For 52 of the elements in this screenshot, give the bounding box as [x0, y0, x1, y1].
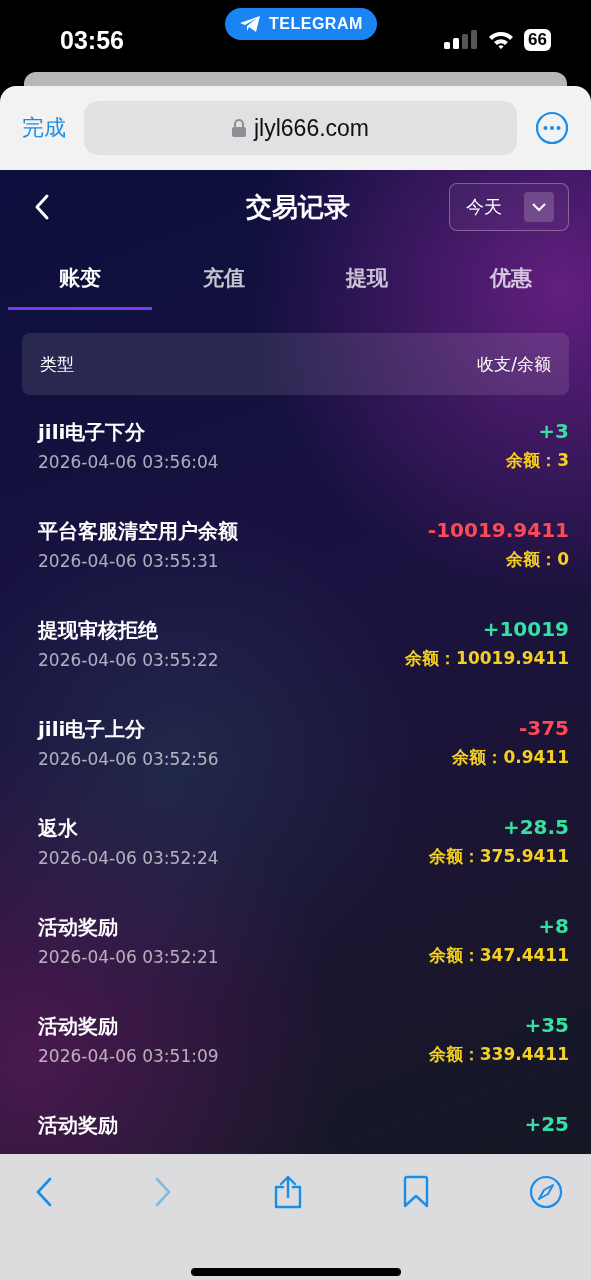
balance-text: 余额：3	[506, 449, 569, 472]
transaction-type: 活动奖励	[38, 1112, 118, 1139]
transaction-time: 2026-04-06 03:56:04	[38, 452, 219, 472]
tab[interactable]: 充值	[151, 244, 296, 310]
status-time: 03:56	[60, 25, 124, 55]
transaction-amount: +28.5	[502, 815, 569, 839]
back-icon[interactable]	[34, 193, 50, 221]
address-bar[interactable]: jlyl666.com	[84, 101, 517, 155]
transaction-amount: -375	[518, 716, 569, 740]
transaction-type: 活动奖励	[38, 914, 119, 941]
share-icon[interactable]	[272, 1175, 303, 1209]
transaction-type: jili电子下分	[38, 419, 147, 446]
transaction-amount: +3	[538, 419, 569, 443]
transaction-time: 2026-04-06 03:52:24	[38, 848, 219, 868]
balance-text: 余额：0	[506, 548, 569, 571]
tab[interactable]: 优惠	[439, 244, 583, 310]
transaction-time: 2026-04-06 03:52:21	[38, 947, 219, 967]
tab[interactable]: 账变	[8, 244, 152, 310]
period-dropdown[interactable]: 今天	[449, 183, 569, 231]
transaction-amount: +35	[524, 1013, 569, 1037]
paper-plane-icon	[239, 15, 261, 33]
transaction-amount: -10019.9411	[427, 518, 569, 542]
balance-text: 余额：339.4411	[428, 1043, 569, 1066]
signal-icon	[444, 30, 479, 50]
lock-icon	[231, 119, 246, 137]
more-icon[interactable]	[535, 111, 569, 145]
transaction-time: 2026-04-06 03:51:09	[38, 1046, 219, 1066]
bookmark-icon[interactable]	[401, 1175, 430, 1209]
transaction-type: 提现审核拒绝	[38, 617, 159, 644]
page-title: 交易记录	[244, 190, 351, 224]
balance-text: 余额：375.9411	[428, 845, 569, 868]
transaction-time: 2026-04-06 03:55:31	[38, 551, 220, 571]
battery-level: 66	[524, 29, 551, 51]
column-header: 类型	[40, 352, 74, 376]
app-return-pill[interactable]: TELEGRAM	[225, 8, 377, 40]
balance-text: 余额：0.9411	[452, 746, 569, 769]
transaction-type: 活动奖励	[38, 1013, 119, 1040]
compass-icon[interactable]	[529, 1175, 563, 1209]
chevron-down-icon	[531, 202, 547, 212]
transaction-amount: +8	[538, 914, 569, 938]
balance-text: 余额：347.4411	[428, 944, 569, 967]
transaction-amount: +25	[524, 1112, 569, 1136]
column-header: 收支/余额	[477, 352, 551, 376]
transaction-type: 返水	[38, 815, 79, 842]
transaction-time: 2026-04-06 03:52:56	[38, 749, 219, 769]
wifi-icon	[488, 30, 515, 50]
tab[interactable]: 提现	[295, 244, 440, 310]
transaction-amount: +10019	[482, 617, 569, 641]
balance-text: 余额：10019.9411	[405, 647, 569, 670]
transaction-type: 平台客服清空用户余额	[38, 518, 238, 545]
transaction-time: 2026-04-06 03:55:22	[38, 650, 219, 670]
transaction-type: jili电子上分	[38, 716, 147, 743]
